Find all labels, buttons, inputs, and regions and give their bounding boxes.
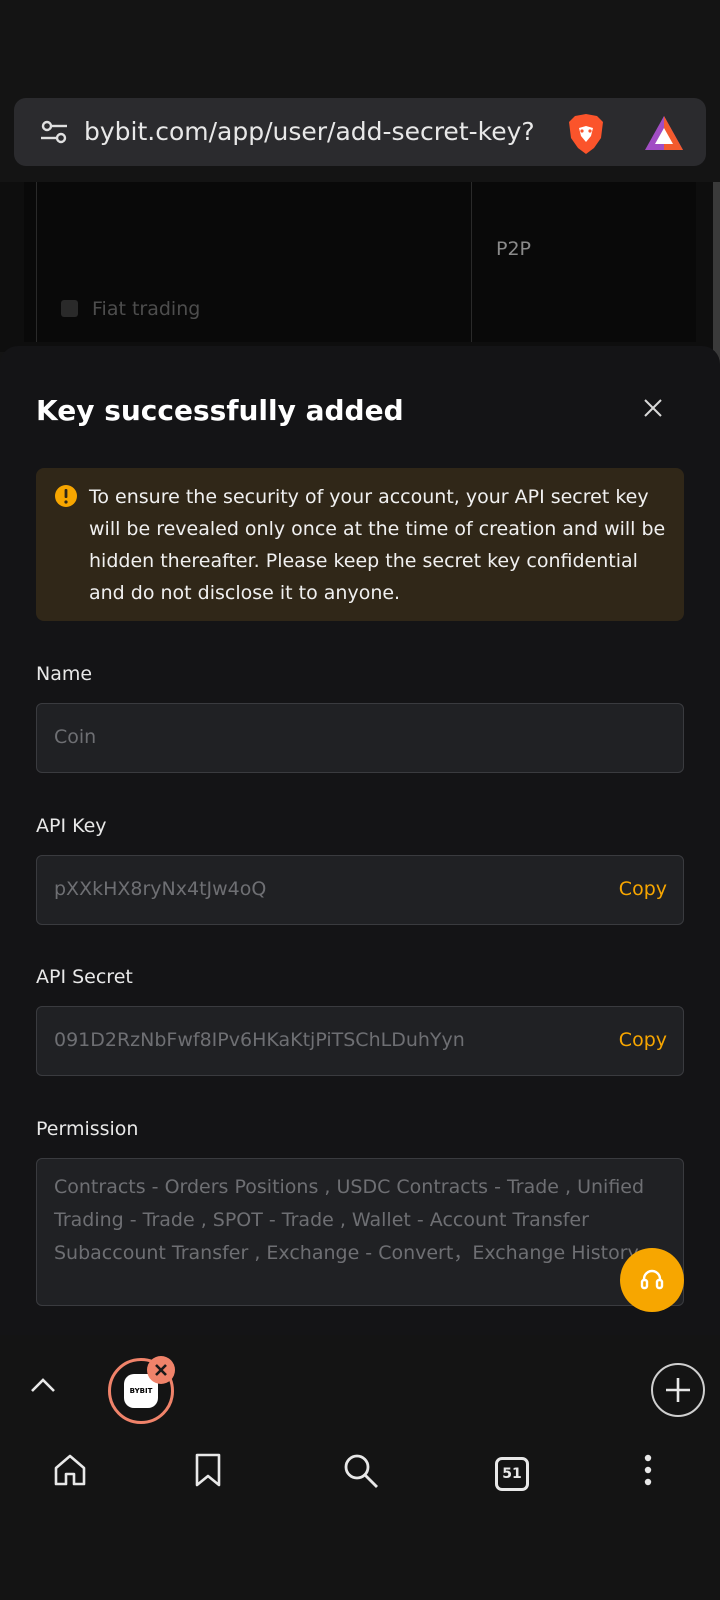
api-secret-value: 091D2RzNbFwf8IPv6HKaKtjPiTSChLDuhYyn	[54, 1029, 465, 1051]
warning-icon	[55, 485, 77, 507]
permission-field[interactable]: Contracts - Orders Positions , USDC Cont…	[36, 1158, 684, 1306]
warning-text: To ensure the security of your account, …	[89, 486, 666, 604]
close-icon[interactable]	[642, 397, 664, 419]
close-icon	[155, 1364, 167, 1376]
search-icon[interactable]	[342, 1452, 380, 1490]
api-secret-label: API Secret	[36, 966, 133, 988]
api-key-label: API Key	[36, 815, 107, 837]
fiat-trading-checkbox[interactable]	[61, 300, 78, 317]
copy-api-secret-button[interactable]: Copy	[619, 1029, 667, 1051]
close-tab-button[interactable]	[147, 1356, 175, 1384]
name-label: Name	[36, 663, 93, 685]
customer-support-button[interactable]	[620, 1248, 684, 1312]
table-divider	[471, 182, 472, 342]
bybit-tab-label: BYBIT	[129, 1387, 153, 1395]
plus-icon	[666, 1378, 690, 1402]
modal-title: Key successfully added	[36, 394, 404, 427]
more-menu-icon[interactable]	[640, 1452, 656, 1488]
api-key-value: pXXkHX8ryNx4tJw4oQ	[54, 878, 267, 900]
chevron-up-icon[interactable]	[30, 1376, 56, 1394]
permission-label: Permission	[36, 1118, 139, 1140]
brave-shields-icon[interactable]	[566, 112, 606, 156]
brave-rewards-icon[interactable]	[643, 114, 685, 152]
bookmark-icon[interactable]	[191, 1452, 225, 1488]
name-value: Coin	[54, 726, 97, 748]
p2p-label: P2P	[496, 238, 532, 260]
new-tab-button[interactable]	[651, 1363, 705, 1417]
permission-value: Contracts - Orders Positions , USDC Cont…	[54, 1176, 645, 1264]
table-divider	[36, 182, 37, 342]
site-settings-icon[interactable]	[40, 118, 68, 146]
copy-api-key-button[interactable]: Copy	[619, 878, 667, 900]
api-key-field[interactable]: pXXkHX8ryNx4tJw4oQ Copy	[36, 855, 684, 925]
name-field[interactable]: Coin	[36, 703, 684, 773]
fiat-trading-label: Fiat trading	[92, 298, 201, 320]
home-icon[interactable]	[52, 1452, 88, 1488]
headset-icon	[640, 1269, 664, 1290]
status-bar-area	[0, 0, 720, 96]
api-secret-field[interactable]: 091D2RzNbFwf8IPv6HKaKtjPiTSChLDuhYyn Cop…	[36, 1006, 684, 1076]
url-text[interactable]: bybit.com/app/user/add-secret-key?	[84, 115, 562, 149]
tab-switcher-button[interactable]: 51	[495, 1457, 529, 1491]
